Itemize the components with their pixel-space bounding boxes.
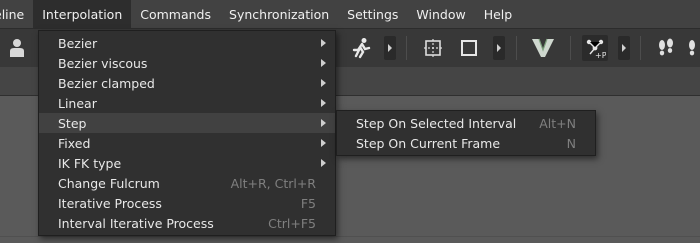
- submenu-item-step-on-selected-interval[interactable]: Step On Selected Interval Alt+N: [337, 113, 595, 133]
- menu-item-step[interactable]: Step: [39, 113, 335, 133]
- menu-item-label: Change Fulcrum: [58, 175, 160, 191]
- menu-item-shortcut: Alt+R, Ctrl+R: [230, 175, 316, 191]
- menu-help[interactable]: Help: [475, 0, 522, 28]
- toolbar-separator: [406, 36, 407, 60]
- dotted-square-icon[interactable]: [420, 34, 446, 62]
- footsteps-icon[interactable]: [654, 34, 678, 62]
- footsteps-icon[interactable]: [684, 34, 700, 62]
- submenu-item-shortcut: Alt+N: [539, 115, 576, 131]
- submenu-item-shortcut: N: [566, 135, 576, 151]
- running-figure-icon[interactable]: [346, 34, 376, 62]
- menu-item-fixed[interactable]: Fixed: [39, 133, 335, 153]
- menu-bar: eline Interpolation Commands Synchroniza…: [0, 0, 700, 28]
- submenu-arrow-icon: [321, 119, 326, 127]
- interpolation-menu: Bezier Bezier viscous Bezier clamped Linear…: [38, 30, 336, 236]
- submenu-arrow-icon: [321, 159, 326, 167]
- menu-synchronization[interactable]: Synchronization: [220, 0, 338, 28]
- toolbar-separator: [516, 36, 517, 60]
- svg-text:+P: +P: [595, 51, 606, 59]
- menu-settings[interactable]: Settings: [338, 0, 407, 28]
- menu-item-label: Fixed: [58, 135, 91, 151]
- menu-item-label: Bezier clamped: [58, 75, 155, 91]
- triangle-right-icon[interactable]: [493, 36, 505, 60]
- step-submenu: Step On Selected Interval Alt+N Step On Cu…: [336, 110, 596, 156]
- submenu-item-step-on-current-frame[interactable]: Step On Current Frame N: [337, 133, 595, 153]
- toolbar-separator: [640, 36, 641, 60]
- menu-window[interactable]: Window: [407, 0, 474, 28]
- menu-item-label: Bezier: [58, 35, 98, 51]
- menu-item-bezier-clamped[interactable]: Bezier clamped: [39, 73, 335, 93]
- square-icon[interactable]: [456, 34, 482, 62]
- person-icon[interactable]: [4, 34, 30, 62]
- node-plus-p-icon[interactable]: +P: [582, 35, 608, 61]
- submenu-arrow-icon: [321, 39, 326, 47]
- submenu-arrow-icon: [321, 99, 326, 107]
- menu-item-interval-iterative-process[interactable]: Interval Iterative Process Ctrl+F5: [39, 213, 335, 233]
- submenu-item-label: Step On Selected Interval: [356, 115, 517, 131]
- menu-interpolation[interactable]: Interpolation: [33, 0, 132, 28]
- menu-item-bezier[interactable]: Bezier: [39, 33, 335, 53]
- submenu-arrow-icon: [321, 79, 326, 87]
- toolbar-separator: [570, 36, 571, 60]
- menu-item-iterative-process[interactable]: Iterative Process F5: [39, 193, 335, 213]
- menu-commands[interactable]: Commands: [131, 0, 220, 28]
- divider: [0, 236, 700, 237]
- submenu-arrow-icon: [321, 139, 326, 147]
- v-shape-icon[interactable]: [528, 34, 558, 62]
- menu-timeline[interactable]: eline: [0, 0, 33, 28]
- menu-item-label: Iterative Process: [58, 195, 162, 211]
- menu-item-bezier-viscous[interactable]: Bezier viscous: [39, 53, 335, 73]
- menu-item-shortcut: Ctrl+F5: [268, 215, 316, 231]
- menu-item-label: IK FK type: [58, 155, 122, 171]
- menu-item-label: Linear: [58, 95, 97, 111]
- submenu-arrow-icon: [321, 59, 326, 67]
- menu-item-ik-fk-type[interactable]: IK FK type: [39, 153, 335, 173]
- triangle-right-icon[interactable]: [618, 36, 630, 60]
- menu-item-label: Interval Iterative Process: [58, 215, 214, 231]
- menu-item-label: Step: [58, 115, 87, 131]
- triangle-right-icon[interactable]: [384, 36, 396, 60]
- menu-item-label: Bezier viscous: [58, 55, 148, 71]
- submenu-item-label: Step On Current Frame: [356, 135, 501, 151]
- menu-item-shortcut: F5: [300, 195, 316, 211]
- menu-item-linear[interactable]: Linear: [39, 93, 335, 113]
- menu-item-change-fulcrum[interactable]: Change Fulcrum Alt+R, Ctrl+R: [39, 173, 335, 193]
